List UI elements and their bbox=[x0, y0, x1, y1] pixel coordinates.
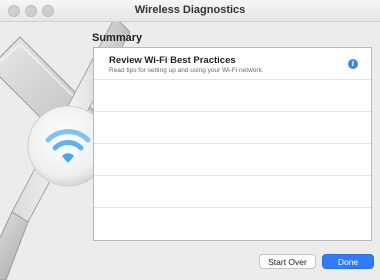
empty-row bbox=[94, 80, 371, 112]
empty-row bbox=[94, 144, 371, 176]
done-button[interactable]: Done bbox=[322, 254, 374, 269]
item-subtitle: Read tips for setting up and using your … bbox=[109, 67, 264, 74]
wireless-diagnostics-window: Wireless Diagnostics Summary Review Wi-F… bbox=[0, 0, 380, 280]
list-item[interactable]: Review Wi-Fi Best Practices Read tips fo… bbox=[94, 48, 371, 80]
title-bar[interactable]: Wireless Diagnostics bbox=[0, 0, 380, 22]
empty-row bbox=[94, 176, 371, 208]
summary-heading: Summary bbox=[92, 32, 143, 44]
empty-row bbox=[94, 112, 371, 144]
summary-list: Review Wi-Fi Best Practices Read tips fo… bbox=[93, 47, 372, 241]
info-icon[interactable]: i bbox=[348, 59, 358, 69]
start-over-button[interactable]: Start Over bbox=[259, 254, 316, 269]
empty-row bbox=[94, 208, 371, 241]
item-title: Review Wi-Fi Best Practices bbox=[109, 55, 236, 66]
window-title: Wireless Diagnostics bbox=[134, 4, 246, 16]
